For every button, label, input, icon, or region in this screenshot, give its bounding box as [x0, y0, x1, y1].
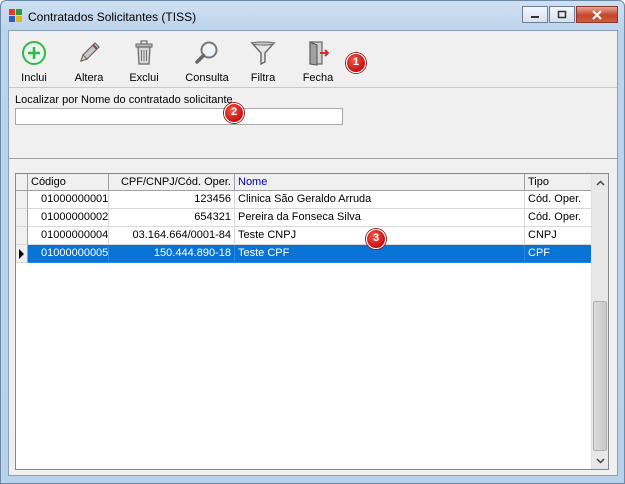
consulta-button[interactable]: Consulta — [181, 37, 233, 87]
maximize-icon — [557, 10, 567, 19]
annotation-badge-2: 2 — [224, 103, 244, 123]
app-logo-icon — [9, 9, 23, 23]
search-label: Localizar por Nome do contratado solicit… — [15, 94, 233, 106]
trash-icon — [135, 40, 153, 65]
search-input[interactable] — [15, 108, 343, 125]
fecha-button[interactable]: Fecha — [295, 37, 341, 87]
vertical-scrollbar[interactable] — [591, 174, 608, 469]
close-icon — [592, 9, 602, 20]
exclui-label: Exclui — [129, 72, 159, 84]
app-window: Contratados Solicitantes (TISS) Inclui A… — [0, 0, 625, 484]
chevron-down-icon — [595, 457, 605, 464]
cell-cpf-cnpj: 123456 — [109, 191, 235, 209]
scroll-down-button[interactable] — [592, 452, 608, 469]
exclui-button[interactable]: Exclui — [121, 37, 167, 87]
cell-tipo: CPF — [525, 245, 594, 263]
column-header-cpf-cnpj[interactable]: CPF/CNPJ/Cód. Oper. — [109, 174, 235, 191]
search-panel: Localizar por Nome do contratado solicit… — [9, 89, 617, 159]
pencil-icon — [80, 42, 100, 62]
cell-tipo: Cód. Oper. — [525, 209, 594, 227]
row-indicator — [16, 227, 28, 245]
table-row[interactable]: 01000000001 123456 Clinica São Geraldo A… — [16, 191, 594, 209]
cell-codigo: 01000000005 — [28, 245, 109, 263]
annotation-badge-3: 3 — [366, 229, 386, 249]
table-row[interactable]: 01000000004 03.164.664/0001-84 Teste CNP… — [16, 227, 594, 245]
maximize-button[interactable] — [549, 6, 575, 23]
row-indicator — [16, 209, 28, 227]
client-area: Inclui Altera Exclui Consulta Filtra Fec… — [8, 30, 618, 476]
scroll-thumb[interactable] — [593, 301, 607, 451]
cell-nome: Pereira da Fonseca Silva — [235, 209, 525, 227]
fecha-label: Fecha — [302, 72, 334, 84]
consulta-label: Consulta — [185, 72, 229, 84]
annotation-badge-1: 1 — [346, 53, 366, 73]
cell-codigo: 01000000001 — [28, 191, 109, 209]
minimize-button[interactable] — [522, 6, 548, 23]
door-exit-icon — [309, 41, 330, 66]
scroll-up-button[interactable] — [592, 174, 608, 191]
inclui-label: Inclui — [21, 72, 47, 84]
close-button[interactable] — [576, 6, 618, 23]
data-grid[interactable]: Código CPF/CNPJ/Cód. Oper. Nome Tipo 010… — [15, 173, 609, 470]
cell-codigo: 01000000002 — [28, 209, 109, 227]
cell-cpf-cnpj: 150.444.890-18 — [109, 245, 235, 263]
toolbar: Inclui Altera Exclui Consulta Filtra Fec… — [9, 31, 617, 88]
minimize-icon — [531, 15, 539, 18]
title-bar[interactable]: Contratados Solicitantes (TISS) — [1, 1, 624, 31]
column-header-nome[interactable]: Nome — [235, 174, 525, 191]
magnifier-icon — [195, 41, 218, 64]
row-indicator-header — [16, 174, 28, 191]
grid-header: Código CPF/CNPJ/Cód. Oper. Nome Tipo — [16, 174, 594, 191]
cell-nome: Clinica São Geraldo Arruda — [235, 191, 525, 209]
altera-button[interactable]: Altera — [66, 37, 112, 87]
row-indicator — [16, 245, 28, 263]
table-row-selected[interactable]: 01000000005 150.444.890-18 Teste CPF CPF — [16, 245, 594, 263]
column-header-tipo[interactable]: Tipo — [525, 174, 594, 191]
cell-cpf-cnpj: 03.164.664/0001-84 — [109, 227, 235, 245]
funnel-icon — [250, 41, 276, 66]
cell-cpf-cnpj: 654321 — [109, 209, 235, 227]
column-header-codigo[interactable]: Código — [28, 174, 109, 191]
cell-tipo: Cód. Oper. — [525, 191, 594, 209]
cell-codigo: 01000000004 — [28, 227, 109, 245]
row-indicator — [16, 191, 28, 209]
filtra-label: Filtra — [250, 72, 276, 84]
filtra-button[interactable]: Filtra — [240, 37, 286, 87]
add-circle-icon — [22, 41, 46, 65]
table-row[interactable]: 01000000002 654321 Pereira da Fonseca Si… — [16, 209, 594, 227]
window-title: Contratados Solicitantes (TISS) — [28, 10, 197, 24]
current-row-pointer-icon — [19, 249, 24, 259]
chevron-up-icon — [595, 179, 605, 186]
grid-area: Código CPF/CNPJ/Cód. Oper. Nome Tipo 010… — [9, 160, 617, 475]
cell-tipo: CNPJ — [525, 227, 594, 245]
inclui-button[interactable]: Inclui — [11, 37, 57, 87]
altera-label: Altera — [74, 72, 104, 84]
